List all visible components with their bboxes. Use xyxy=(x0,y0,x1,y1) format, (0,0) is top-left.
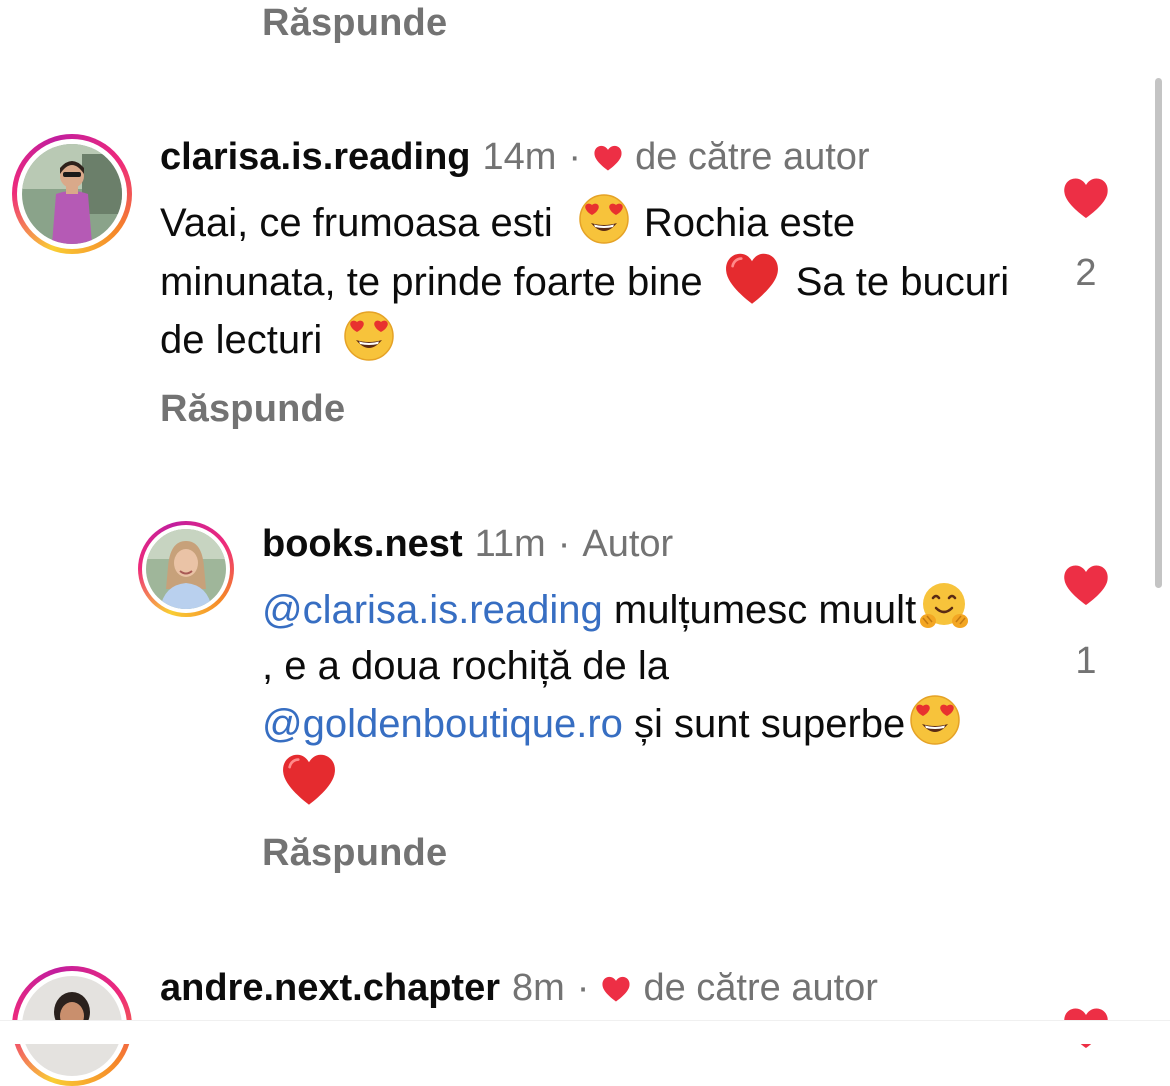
comment-header: clarisa.is.reading 14m · de către autor xyxy=(160,136,870,179)
red-heart-emoji xyxy=(722,251,782,307)
liked-by-author-label: de către autor xyxy=(643,967,878,1009)
reply-button[interactable]: Răspunde xyxy=(262,2,447,45)
comment-text-part: și sunt superbe xyxy=(634,702,906,746)
avatar[interactable] xyxy=(138,521,234,617)
heart-icon xyxy=(593,144,623,172)
username-link[interactable]: books.nest xyxy=(262,523,463,566)
comment-text-part: mulțumesc muult xyxy=(613,588,917,632)
separator-dot: · xyxy=(576,967,590,1009)
hugging-face-emoji xyxy=(918,580,970,632)
reply-button[interactable]: Răspunde xyxy=(160,388,345,431)
comment-text-part: , e a doua rochiță de la xyxy=(262,644,669,688)
mention-link[interactable]: @clarisa.is.reading xyxy=(262,588,603,632)
separator-dot: · xyxy=(557,523,571,565)
comment-text-part: Vaai, ce frumoasa esti xyxy=(160,201,553,245)
profile-photo xyxy=(146,529,226,609)
comment-text: @clarisa.is.reading mulțumesc muult , e a… xyxy=(262,580,982,811)
author-badge: Autor xyxy=(582,523,674,565)
heart-eyes-emoji xyxy=(909,694,961,746)
username-link[interactable]: clarisa.is.reading xyxy=(160,136,471,179)
profile-photo xyxy=(22,144,122,244)
reply-button[interactable]: Răspunde xyxy=(262,832,447,875)
liked-by-author-label: de către autor xyxy=(635,136,870,178)
comment-timestamp: 11m xyxy=(474,523,546,565)
comment-text: Vaai, ce frumoasa esti Rochia este minun… xyxy=(160,193,1020,368)
comment-header: books.nest 11m · Autor xyxy=(262,523,673,566)
like-heart-icon[interactable] xyxy=(1062,176,1110,220)
scrollbar[interactable] xyxy=(1155,78,1162,588)
heart-eyes-emoji xyxy=(343,310,395,362)
separator-dot: · xyxy=(568,136,582,178)
like-count[interactable]: 2 xyxy=(1062,252,1110,295)
like-count[interactable]: 1 xyxy=(1062,640,1110,683)
like-heart-icon[interactable] xyxy=(1062,563,1110,607)
comment-timestamp: 8m xyxy=(512,967,565,1009)
bottom-edge xyxy=(0,1020,1170,1044)
comment-timestamp: 14m xyxy=(482,136,557,178)
avatar[interactable] xyxy=(12,134,132,254)
username-link[interactable]: andre.next.chapter xyxy=(160,967,500,1010)
mention-link[interactable]: @goldenboutique.ro xyxy=(262,702,623,746)
heart-eyes-emoji xyxy=(578,193,630,245)
comment-header: andre.next.chapter 8m · de către autor xyxy=(160,967,878,1010)
red-heart-emoji xyxy=(280,752,338,808)
heart-icon xyxy=(601,975,631,1003)
